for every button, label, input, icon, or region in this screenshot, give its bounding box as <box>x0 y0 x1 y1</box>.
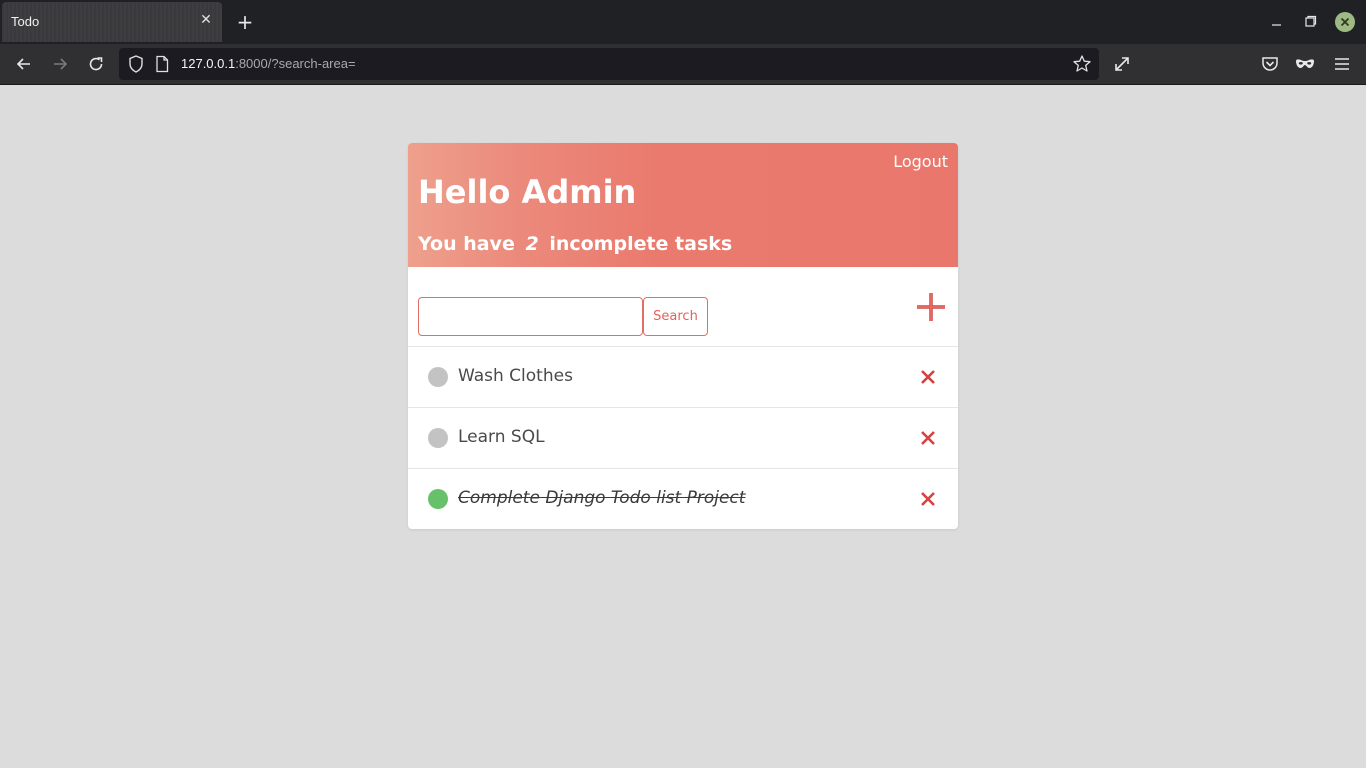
address-bar[interactable]: 127.0.0.1:8000/?search-area= <box>119 48 1099 80</box>
url-host: 127.0.0.1 <box>181 56 236 71</box>
tab-title: Todo <box>11 14 40 29</box>
browser-toolbar: 127.0.0.1:8000/?search-area= <box>0 44 1366 85</box>
browser-tab[interactable]: Todo ✕ <box>2 2 222 42</box>
bookmark-star-icon[interactable] <box>1071 53 1093 75</box>
browser-tab-strip: Todo ✕ + <box>0 0 1366 44</box>
close-icon[interactable] <box>919 490 937 508</box>
minimize-window-icon[interactable] <box>1267 12 1287 32</box>
shield-icon[interactable] <box>127 54 145 74</box>
todo-card: Logout Hello Admin You have 2 incomplete… <box>408 143 958 529</box>
close-window-icon[interactable] <box>1335 12 1355 32</box>
task-status-dot[interactable] <box>428 489 448 509</box>
subtitle-prefix: You have <box>418 233 515 255</box>
incomplete-summary: You have 2 incomplete tasks <box>418 233 732 255</box>
task-item[interactable]: Wash Clothes <box>408 347 958 408</box>
task-item[interactable]: Complete Django Todo list Project <box>408 469 958 529</box>
close-icon[interactable] <box>919 368 937 386</box>
restore-window-icon[interactable] <box>1300 12 1320 32</box>
back-arrow-icon[interactable] <box>13 53 35 75</box>
task-title[interactable]: Learn SQL <box>458 427 545 447</box>
search-row: Search <box>408 267 958 347</box>
logout-link[interactable]: Logout <box>893 152 948 171</box>
private-mask-icon[interactable] <box>1294 53 1316 75</box>
forward-arrow-icon[interactable] <box>49 53 71 75</box>
page-info-icon[interactable] <box>155 55 169 73</box>
header-banner: Logout Hello Admin You have 2 incomplete… <box>408 143 958 267</box>
task-status-dot[interactable] <box>428 428 448 448</box>
tab-close-icon[interactable]: ✕ <box>198 12 214 28</box>
task-title[interactable]: Complete Django Todo list Project <box>458 488 745 508</box>
close-icon[interactable] <box>919 429 937 447</box>
search-button[interactable]: Search <box>643 297 708 336</box>
pocket-icon[interactable] <box>1259 53 1281 75</box>
greeting-heading: Hello Admin <box>418 173 637 211</box>
add-task-button[interactable] <box>915 291 947 323</box>
url-path: :8000/?search-area= <box>235 56 356 71</box>
new-tab-button[interactable]: + <box>234 11 256 33</box>
task-title[interactable]: Wash Clothes <box>458 366 573 386</box>
task-item[interactable]: Learn SQL <box>408 408 958 469</box>
url-text[interactable]: 127.0.0.1:8000/?search-area= <box>181 56 356 71</box>
task-status-dot[interactable] <box>428 367 448 387</box>
search-input[interactable] <box>418 297 643 336</box>
fullscreen-expand-icon[interactable] <box>1111 53 1133 75</box>
plus-icon <box>917 293 945 321</box>
reload-icon[interactable] <box>85 53 107 75</box>
hamburger-menu-icon[interactable] <box>1331 53 1353 75</box>
task-list: Wash Clothes Learn SQL Complete Django T… <box>408 347 958 529</box>
incomplete-count: 2 <box>525 233 539 255</box>
subtitle-suffix: incomplete tasks <box>549 233 733 255</box>
